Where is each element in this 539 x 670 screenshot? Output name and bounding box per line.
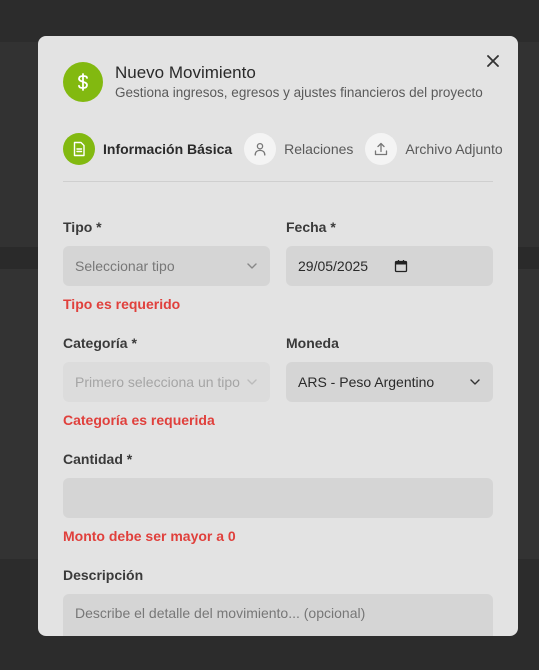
chevron-down-icon (246, 260, 258, 272)
moneda-label: Moneda (286, 335, 339, 351)
fecha-value: 29/05/2025 (298, 258, 369, 274)
moneda-value: ARS - Peso Argentino (298, 374, 435, 390)
user-icon (244, 133, 277, 165)
moneda-select[interactable]: ARS - Peso Argentino (286, 362, 493, 402)
close-icon (487, 55, 499, 67)
new-movement-modal: Nuevo Movimiento Gestiona ingresos, egre… (38, 36, 518, 636)
descripcion-placeholder: Describe el detalle del movimiento... (o… (75, 605, 366, 621)
close-button[interactable] (482, 50, 504, 72)
categoria-label: Categoría * (63, 335, 137, 351)
step-label: Relaciones (284, 141, 354, 157)
tipo-placeholder: Seleccionar tipo (75, 258, 175, 274)
step-relaciones[interactable]: Relaciones (244, 133, 353, 165)
step-nav: Información Básica Relaciones Archivo Ad… (63, 133, 503, 165)
modal-subtitle: Gestiona ingresos, egresos y ajustes fin… (115, 84, 483, 100)
divider (63, 181, 493, 182)
calendar-icon[interactable] (394, 259, 408, 273)
document-icon (63, 133, 95, 165)
categoria-placeholder: Primero selecciona un tipo (75, 374, 240, 390)
fecha-label: Fecha * (286, 219, 336, 235)
descripcion-textarea[interactable]: Describe el detalle del movimiento... (o… (63, 594, 493, 636)
step-informacion-basica[interactable]: Información Básica (63, 133, 232, 165)
cantidad-label: Cantidad * (63, 451, 133, 467)
descripcion-label: Descripción (63, 567, 144, 583)
cantidad-input[interactable] (63, 478, 493, 518)
tipo-label: Tipo * (63, 219, 102, 235)
cantidad-error: Monto debe ser mayor a 0 (63, 528, 236, 544)
modal-title: Nuevo Movimiento (115, 62, 256, 82)
chevron-down-icon (246, 376, 258, 388)
categoria-select[interactable]: Primero selecciona un tipo (63, 362, 270, 402)
step-label: Información Básica (103, 141, 233, 157)
chevron-down-icon (469, 376, 481, 388)
dollar-icon (63, 62, 103, 102)
upload-icon (365, 133, 398, 165)
fecha-input[interactable]: 29/05/2025 (286, 246, 493, 286)
tipo-error: Tipo es requerido (63, 296, 181, 312)
step-label: Archivo Adjunto (405, 141, 503, 157)
categoria-error: Categoría es requerida (63, 412, 215, 428)
tipo-select[interactable]: Seleccionar tipo (63, 246, 270, 286)
modal-header: Nuevo Movimiento Gestiona ingresos, egre… (63, 62, 483, 102)
step-archivo-adjunto[interactable]: Archivo Adjunto (365, 133, 503, 165)
